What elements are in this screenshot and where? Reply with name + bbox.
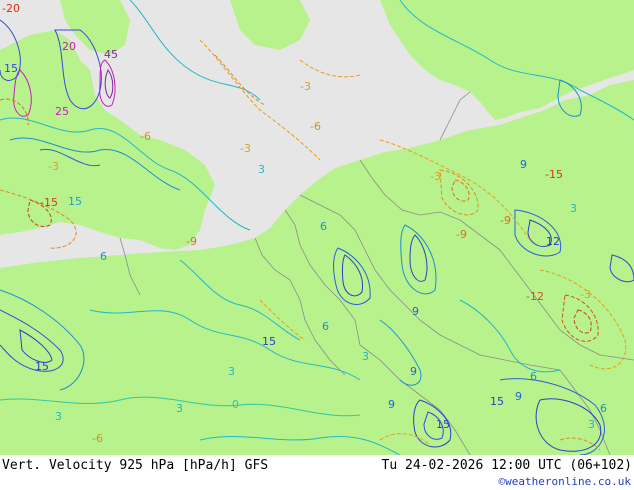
contour-label: -20 [2, 2, 20, 15]
contour-label: -3 [300, 80, 311, 93]
contour-label: -3 [580, 288, 591, 301]
contour-label: -9 [456, 228, 467, 241]
map-title: Vert. Velocity 925 hPa [hPa/h] GFS [2, 458, 269, 473]
map-canvas: 1520254515-15-20-3-6-9369015-3-663-39-9-… [0, 0, 634, 456]
contour-label: 45 [104, 48, 118, 61]
contour-label: 15 [262, 335, 276, 348]
contour-label: -6 [310, 120, 321, 133]
contour-label: 3 [228, 365, 235, 378]
contour-label: 6 [320, 220, 327, 233]
contour-label: 6 [600, 402, 607, 415]
contour-label: 15 [68, 195, 82, 208]
contour-label: 9 [410, 365, 417, 378]
contour-label: 12 [546, 235, 560, 248]
contour-label: -3 [430, 170, 441, 183]
contour-label: -9 [500, 214, 511, 227]
contour-label: -15 [40, 196, 58, 209]
contour-label: 6 [530, 370, 537, 383]
contour-label: 20 [62, 40, 76, 53]
contour-label: -6 [140, 130, 151, 143]
contour-label: -6 [92, 432, 103, 445]
contour-label: 3 [55, 410, 62, 423]
contour-label: 0 [232, 398, 239, 411]
contour-label: 3 [258, 163, 265, 176]
contour-label: 15 [35, 360, 49, 373]
contour-label: 3 [588, 418, 595, 431]
contour-label: -15 [545, 168, 563, 181]
contour-label: 9 [515, 390, 522, 403]
contour-label: -3 [240, 142, 251, 155]
contour-label: 6 [100, 250, 107, 263]
contour-label: 9 [520, 158, 527, 171]
contour-label: 3 [570, 202, 577, 215]
weather-map: 15 20 25 45 15 -15 -20 -3 -6 -9 3 6 9 0 15 -3 -6 6 3 -3 9 -9-… [0, 0, 634, 456]
contour-label: 15 [436, 418, 450, 431]
contour-label: 15 [4, 62, 18, 75]
contour-label: -9 [186, 235, 197, 248]
contour-label: 3 [176, 402, 183, 415]
contour-label: 9 [412, 305, 419, 318]
contour-label: -12 [526, 290, 544, 303]
contour-label: 6 [322, 320, 329, 333]
contour-label: 3 [362, 350, 369, 363]
map-footer: Vert. Velocity 925 hPa [hPa/h] GFS Tu 24… [0, 455, 634, 490]
contour-label: 15 [490, 395, 504, 408]
contour-label: 9 [388, 398, 395, 411]
contour-label: -3 [48, 160, 59, 173]
valid-time: Tu 24-02-2026 12:00 UTC (06+102) [381, 458, 632, 473]
credit-link[interactable]: ©weatheronline.co.uk [499, 475, 631, 488]
contour-label: 25 [55, 105, 69, 118]
